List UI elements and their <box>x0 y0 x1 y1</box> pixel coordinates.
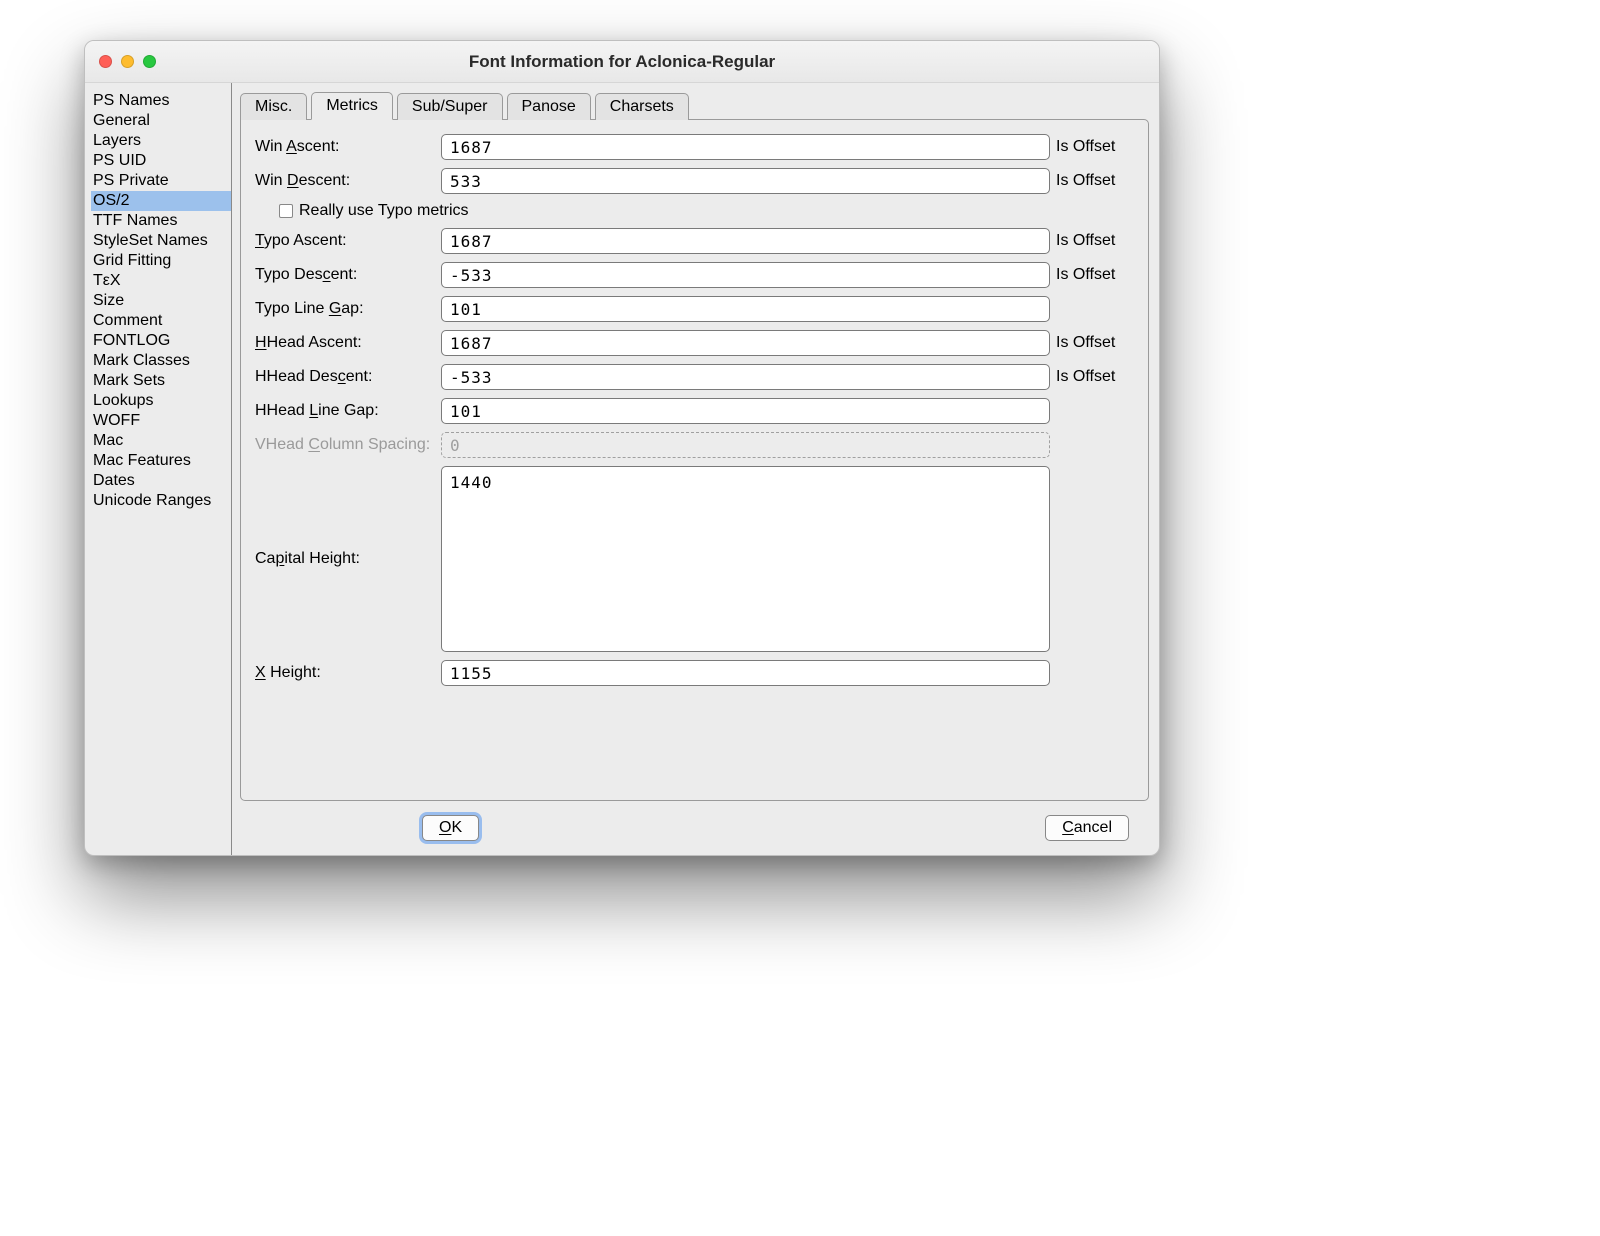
dialog-buttons: OK Cancel <box>240 801 1149 855</box>
sidebar-item-unicode-ranges[interactable]: Unicode Ranges <box>91 491 231 511</box>
tab-panose[interactable]: Panose <box>507 93 591 120</box>
window-controls <box>99 55 156 68</box>
sidebar-item-ps-private[interactable]: PS Private <box>91 171 231 191</box>
typo-linegap-label: Typo Line Gap: <box>255 300 435 318</box>
win-ascent-input[interactable] <box>441 134 1050 160</box>
hhead-ascent-label: HHead Ascent: <box>255 334 435 352</box>
sidebar-item-fontlog[interactable]: FONTLOG <box>91 331 231 351</box>
win-descent-label: Win Descent: <box>255 172 435 190</box>
hhead-linegap-label: HHead Line Gap: <box>255 402 435 420</box>
sidebar-item-woff[interactable]: WOFF <box>91 411 231 431</box>
capital-height-input[interactable]: 1440 <box>441 466 1050 652</box>
hhead-descent-input[interactable] <box>441 364 1050 390</box>
capital-height-label: Capital Height: <box>255 550 435 568</box>
sidebar-item-layers[interactable]: Layers <box>91 131 231 151</box>
typo-ascent-label: Typo Ascent: <box>255 232 435 250</box>
sidebar-item-lookups[interactable]: Lookups <box>91 391 231 411</box>
sidebar-item-ps-uid[interactable]: PS UID <box>91 151 231 171</box>
zoom-icon[interactable] <box>143 55 156 68</box>
typo-ascent-offset-toggle[interactable]: Is Offset <box>1056 232 1134 250</box>
sidebar-item-mac-features[interactable]: Mac Features <box>91 451 231 471</box>
sidebar-item-mac[interactable]: Mac <box>91 431 231 451</box>
x-height-input[interactable] <box>441 660 1050 686</box>
tab-sub-super[interactable]: Sub/Super <box>397 93 503 120</box>
typo-ascent-input[interactable] <box>441 228 1050 254</box>
hhead-ascent-input[interactable] <box>441 330 1050 356</box>
sidebar-item-ttf-names[interactable]: TTF Names <box>91 211 231 231</box>
tab-misc-[interactable]: Misc. <box>240 93 307 120</box>
hhead-descent-offset-toggle[interactable]: Is Offset <box>1056 368 1134 386</box>
hhead-linegap-input[interactable] <box>441 398 1050 424</box>
font-info-window: Font Information for Aclonica-Regular PS… <box>84 40 1160 856</box>
win-descent-input[interactable] <box>441 168 1050 194</box>
use-typo-metrics-checkbox[interactable]: Really use Typo metrics <box>279 202 1134 220</box>
typo-descent-input[interactable] <box>441 262 1050 288</box>
sidebar-item-t-x[interactable]: TεX <box>91 271 231 291</box>
titlebar: Font Information for Aclonica-Regular <box>85 41 1159 83</box>
tab-metrics[interactable]: Metrics <box>311 92 393 120</box>
win-ascent-offset-toggle[interactable]: Is Offset <box>1056 138 1134 156</box>
sidebar-item-os-2[interactable]: OS/2 <box>91 191 231 211</box>
typo-descent-label: Typo Descent: <box>255 266 435 284</box>
cancel-button[interactable]: Cancel <box>1045 815 1129 841</box>
category-sidebar: PS NamesGeneralLayersPS UIDPS PrivateOS/… <box>85 83 232 855</box>
win-ascent-label: Win Ascent: <box>255 138 435 156</box>
vhead-spacing-label: VHead Column Spacing: <box>255 436 435 454</box>
x-height-label: X Height: <box>255 664 435 682</box>
use-typo-metrics-label: Really use Typo metrics <box>299 202 469 220</box>
sidebar-item-comment[interactable]: Comment <box>91 311 231 331</box>
sidebar-item-dates[interactable]: Dates <box>91 471 231 491</box>
typo-descent-offset-toggle[interactable]: Is Offset <box>1056 266 1134 284</box>
tab-bar: Misc.MetricsSub/SuperPanoseCharsets <box>240 91 1149 119</box>
hhead-descent-label: HHead Descent: <box>255 368 435 386</box>
ok-button[interactable]: OK <box>422 815 479 841</box>
checkbox-icon <box>279 204 293 218</box>
win-descent-offset-toggle[interactable]: Is Offset <box>1056 172 1134 190</box>
window-title: Font Information for Aclonica-Regular <box>85 52 1159 72</box>
sidebar-item-mark-sets[interactable]: Mark Sets <box>91 371 231 391</box>
sidebar-item-general[interactable]: General <box>91 111 231 131</box>
minimize-icon[interactable] <box>121 55 134 68</box>
sidebar-item-ps-names[interactable]: PS Names <box>91 91 231 111</box>
sidebar-item-styleset-names[interactable]: StyleSet Names <box>91 231 231 251</box>
tab-charsets[interactable]: Charsets <box>595 93 689 120</box>
sidebar-item-mark-classes[interactable]: Mark Classes <box>91 351 231 371</box>
sidebar-item-size[interactable]: Size <box>91 291 231 311</box>
hhead-ascent-offset-toggle[interactable]: Is Offset <box>1056 334 1134 352</box>
sidebar-item-grid-fitting[interactable]: Grid Fitting <box>91 251 231 271</box>
vhead-spacing-input <box>441 432 1050 458</box>
metrics-panel: Win Ascent: Is Offset Win Descent: Is Of… <box>240 119 1149 801</box>
typo-linegap-input[interactable] <box>441 296 1050 322</box>
close-icon[interactable] <box>99 55 112 68</box>
